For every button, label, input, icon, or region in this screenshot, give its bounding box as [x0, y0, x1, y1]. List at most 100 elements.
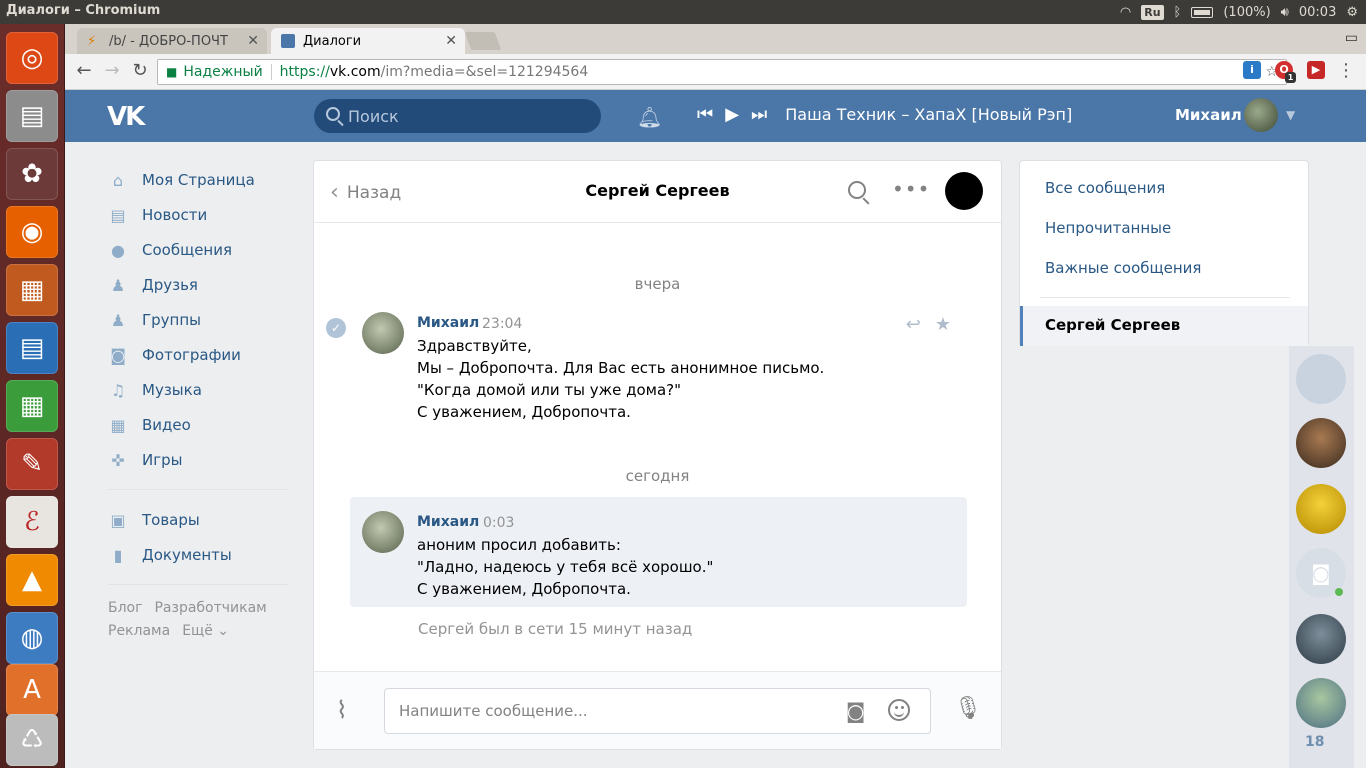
window-menu-icon[interactable]: ▭: [1345, 30, 1358, 46]
next-track-icon[interactable]: ⏭: [751, 104, 767, 125]
play-icon[interactable]: ▶: [725, 104, 739, 125]
bluetooth-icon[interactable]: ᛒ: [1174, 5, 1182, 20]
search-input[interactable]: Поиск: [314, 99, 601, 133]
vk-logo-icon[interactable]: VK: [107, 102, 151, 132]
dialog-filters: Все сообщения Непрочитанные Важные сообщ…: [1019, 160, 1309, 346]
nav-label: Товары: [142, 510, 200, 529]
bag-icon: ▣: [110, 510, 126, 530]
message-author[interactable]: Михаил: [417, 514, 479, 530]
extension-video-icon[interactable]: ▶: [1307, 61, 1325, 79]
camera-icon: ◙: [110, 345, 126, 365]
nav-item-goods[interactable]: ▣ Товары: [108, 502, 288, 537]
wifi-icon[interactable]: ◠: [1120, 5, 1131, 20]
avatar[interactable]: [362, 312, 404, 354]
star-icon[interactable]: ★: [935, 314, 951, 335]
forward-arrow-icon[interactable]: →: [101, 60, 123, 82]
emoji-icon[interactable]: [888, 699, 910, 721]
filter-important[interactable]: Важные сообщения: [1045, 259, 1201, 277]
impress-icon[interactable]: ▦: [6, 264, 58, 316]
nav-item-games[interactable]: ✜ Игры: [108, 442, 288, 477]
message-line: "Когда домой или ты уже дома?": [417, 381, 682, 399]
chromium-icon[interactable]: ◍: [6, 612, 58, 664]
message-time[interactable]: 0:03: [483, 515, 514, 531]
volume-icon[interactable]: 🔊︎: [1281, 5, 1289, 20]
vlc-icon[interactable]: ▲: [6, 554, 58, 606]
nav-label: Видео: [142, 415, 191, 434]
avatar[interactable]: [1244, 98, 1278, 132]
divider: [108, 584, 288, 585]
reply-icon[interactable]: ↩: [906, 314, 921, 335]
dog-avatar-icon[interactable]: [1296, 354, 1346, 404]
message-line: Здравствуйте,: [417, 337, 532, 355]
nav-item-video[interactable]: ▦ Видео: [108, 407, 288, 442]
footer-link-more[interactable]: Ещё ⌄: [182, 623, 229, 639]
firefox-icon[interactable]: ◉: [6, 206, 58, 258]
address-bar[interactable]: ■ Надежный https:// vk.com /im?media=&se…: [157, 59, 1287, 85]
pdf-viewer-icon[interactable]: ℰ: [6, 496, 58, 548]
selected-chat[interactable]: Сергей Сергеев: [1020, 306, 1308, 346]
message-item[interactable]: ✓ Михаил 23:04 ↩ ★ Здравствуйте, Мы – До…: [326, 298, 967, 428]
software-center-icon[interactable]: A: [6, 664, 58, 716]
left-navigation: ⌂ Моя Страница ▤ Новости ● Сообщения ♟ Друзь…: [108, 162, 288, 643]
nav-item-friends[interactable]: ♟ Друзья: [108, 267, 288, 302]
nav-item-my-page[interactable]: ⌂ Моя Страница: [108, 162, 288, 197]
nav-item-messages[interactable]: ● Сообщения: [108, 232, 288, 267]
new-tab-button[interactable]: [464, 32, 502, 50]
keyboard-layout[interactable]: Ru: [1141, 4, 1164, 20]
close-icon[interactable]: ✕: [445, 33, 457, 49]
avatar[interactable]: [945, 172, 983, 210]
tab-dobropochta[interactable]: ⚡ /b/ - ДОБРО-ПОЧТ ✕: [77, 28, 267, 54]
close-icon[interactable]: ✕: [247, 33, 259, 49]
menu-kebab-icon[interactable]: ⋮: [1335, 60, 1357, 82]
camera-icon[interactable]: ◙: [846, 699, 865, 723]
ubuntu-dash-icon[interactable]: ◎: [6, 32, 58, 84]
header-user-name[interactable]: Михаил: [1175, 106, 1242, 124]
chat-count[interactable]: 18: [1305, 734, 1324, 750]
flower-app-icon[interactable]: ✿: [6, 148, 58, 200]
calc-icon[interactable]: ▦: [6, 380, 58, 432]
paperclip-icon[interactable]: ⌇: [336, 696, 348, 724]
extension-translate-icon[interactable]: i: [1243, 61, 1261, 79]
footer-link-ads[interactable]: Реклама: [108, 623, 170, 639]
trash-icon[interactable]: ♺: [6, 714, 58, 766]
footer-link-blog[interactable]: Блог: [108, 600, 142, 616]
filter-unread[interactable]: Непрочитанные: [1045, 219, 1171, 237]
settings-tools-icon[interactable]: ✎: [6, 438, 58, 490]
reload-icon[interactable]: ↻: [129, 60, 151, 82]
writer-icon[interactable]: ▤: [6, 322, 58, 374]
nav-item-groups[interactable]: ♟ Группы: [108, 302, 288, 337]
now-playing-track[interactable]: Паша Техник – ХапаХ [Новый Рэп]: [785, 105, 1072, 124]
checkmark-icon[interactable]: ✓: [326, 318, 346, 338]
chat-avatar[interactable]: [1296, 678, 1346, 728]
divider: [108, 489, 288, 490]
chat-avatar[interactable]: [1296, 614, 1346, 664]
nav-item-photos[interactable]: ◙ Фотографии: [108, 337, 288, 372]
gear-icon[interactable]: ⚙: [1346, 5, 1358, 20]
previous-track-icon[interactable]: ⏮: [697, 104, 713, 125]
nav-item-news[interactable]: ▤ Новости: [108, 197, 288, 232]
message-time[interactable]: 23:04: [482, 316, 522, 332]
more-icon[interactable]: •••: [892, 177, 930, 201]
back-arrow-icon[interactable]: ←: [73, 60, 95, 82]
chat-avatar[interactable]: [1296, 484, 1346, 534]
footer-link-developers[interactable]: Разработчикам: [154, 600, 266, 616]
search-icon[interactable]: [848, 181, 866, 199]
nav-item-music[interactable]: ♫ Музыка: [108, 372, 288, 407]
chevron-down-icon[interactable]: ▼: [1286, 108, 1295, 122]
bell-icon[interactable]: 🔔︎: [637, 105, 662, 129]
dialog-header: ‹ Назад Сергей Сергеев •••: [314, 161, 1001, 223]
tab-dialogs[interactable]: Диалоги ✕: [271, 28, 465, 54]
microphone-icon[interactable]: 🎙︎: [954, 696, 982, 721]
battery-icon[interactable]: [1191, 6, 1214, 18]
bolt-icon: ⚡: [87, 34, 97, 49]
lock-icon: ■: [166, 65, 178, 79]
url-path: /im?media=&sel=121294564: [380, 64, 589, 80]
filter-all-messages[interactable]: Все сообщения: [1045, 179, 1165, 197]
clock[interactable]: 00:03: [1299, 5, 1336, 20]
file-manager-icon[interactable]: ▤: [6, 90, 58, 142]
message-item[interactable]: Михаил 0:03 аноним просил добавить: "Лад…: [350, 497, 967, 607]
message-author[interactable]: Михаил: [417, 315, 479, 331]
avatar[interactable]: [362, 511, 404, 553]
chat-avatar[interactable]: [1296, 418, 1346, 468]
nav-item-documents[interactable]: ▮ Документы: [108, 537, 288, 572]
